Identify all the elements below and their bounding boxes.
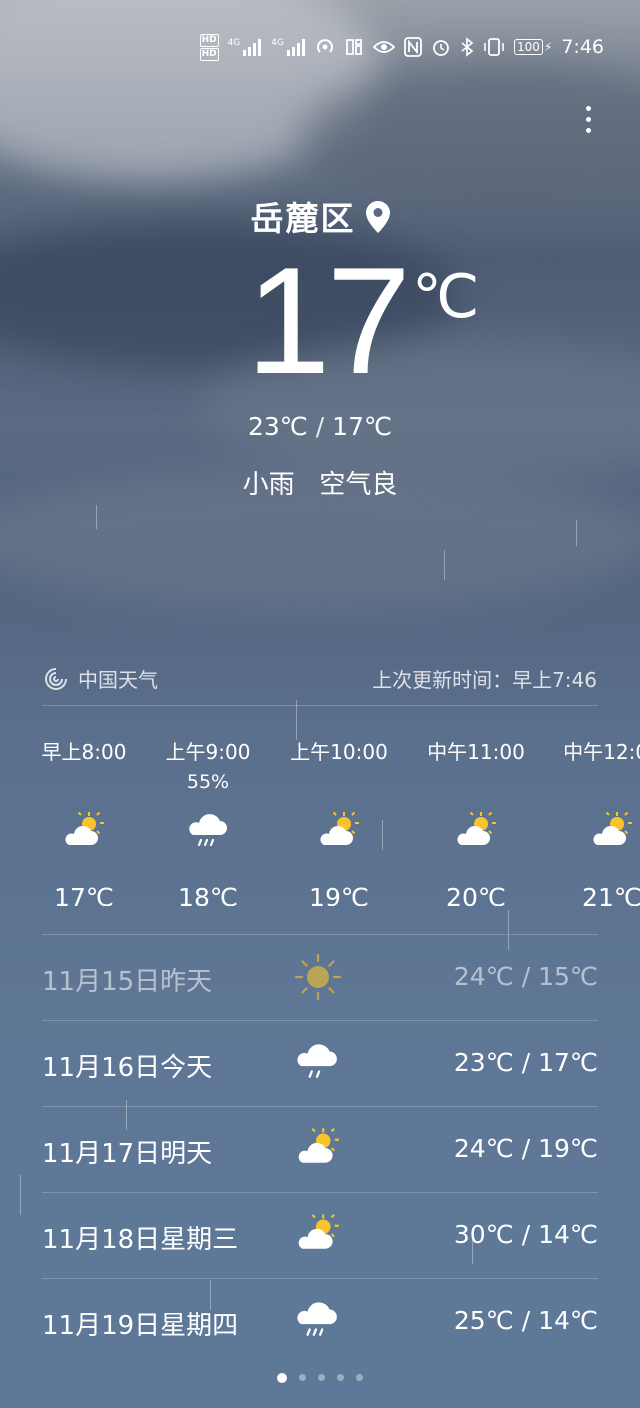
partly-cloudy-icon — [547, 809, 640, 861]
day-row-yesterday[interactable]: 11月15日昨天 24℃ / 15℃ — [42, 934, 598, 1020]
rain-icon — [294, 1297, 340, 1347]
battery-icon: 100 ⚡ — [513, 39, 553, 55]
condition-line: 小雨 空气良 — [0, 464, 640, 501]
provider-link[interactable]: 中国天气 — [44, 664, 158, 693]
hour-temp: 21℃ — [582, 883, 640, 906]
hour-temp: 20℃ — [446, 883, 506, 906]
day-temp-range: 23℃ / 17℃ — [453, 1048, 598, 1077]
battery-level: 100 — [513, 39, 543, 55]
weather-condition: 小雨 — [242, 470, 295, 500]
location-header[interactable]: 岳麓区 — [0, 192, 640, 241]
hour-item: 上午10:00 19℃ — [274, 736, 404, 906]
page-dot — [356, 1374, 363, 1381]
listen-icon — [346, 39, 362, 55]
page-dot — [337, 1374, 344, 1381]
hourly-forecast[interactable]: 早上8:00 17℃ 上午9:00 55% 18℃ 上午10:00 19℃ 中午… — [0, 736, 640, 906]
today-high-low: 23℃ / 17℃ — [0, 412, 640, 441]
hour-temp: 17℃ — [54, 883, 114, 906]
day-row-wednesday[interactable]: 11月18日星期三 30℃ / 14℃ — [42, 1192, 598, 1278]
alarm-icon — [433, 40, 449, 56]
hd-indicators: HD HD — [199, 33, 219, 61]
day-row-tomorrow[interactable]: 11月17日明天 24℃ / 19℃ — [42, 1106, 598, 1192]
hour-precip — [547, 771, 640, 797]
location-pin-icon — [365, 200, 390, 241]
page-dot — [318, 1374, 325, 1381]
today-low: 17℃ — [332, 412, 393, 441]
vibrate-icon — [484, 38, 504, 56]
page-indicator[interactable] — [0, 1373, 640, 1383]
eye-icon — [372, 41, 395, 53]
today-high: 23℃ — [247, 412, 308, 441]
rain-icon — [294, 1039, 340, 1089]
hour-time: 上午10:00 — [290, 740, 388, 764]
partly-cloudy-icon — [294, 1125, 342, 1171]
more-menu-icon[interactable] — [582, 106, 594, 142]
provider-name: 中国天气 — [78, 668, 158, 692]
partly-cloudy-icon — [294, 1211, 342, 1257]
nfc-icon — [404, 37, 422, 57]
day-date: 11月18日星期三 — [42, 1225, 239, 1255]
hour-item: 上午9:00 55% 18℃ — [143, 736, 273, 906]
status-bar: HD HD 4G 4G 100 ⚡ 7:46 — [199, 33, 604, 61]
day-temp-range: 25℃ / 14℃ — [453, 1306, 598, 1335]
hour-precip: 55% — [186, 771, 230, 793]
page-dot-active — [277, 1373, 287, 1383]
signal-icon: 4G — [228, 38, 263, 56]
day-date: 11月19日星期四 — [42, 1311, 239, 1341]
day-row-thursday[interactable]: 11月19日星期四 25℃ / 14℃ — [42, 1278, 598, 1364]
network-label-2: 4G — [271, 38, 284, 48]
hour-time: 上午9:00 — [165, 740, 251, 764]
city-name: 岳麓区 — [250, 199, 356, 238]
hour-item: 中午11:00 20℃ — [411, 736, 541, 906]
status-time: 7:46 — [561, 36, 604, 58]
day-date: 11月17日明天 — [42, 1139, 213, 1169]
hd-label-1: HD — [199, 33, 219, 47]
signal-icon-2: 4G — [271, 38, 306, 56]
hour-precip — [274, 771, 404, 797]
day-date: 11月16日今天 — [42, 1053, 213, 1083]
temperature-unit: ℃ — [412, 263, 480, 330]
rain-icon — [143, 809, 273, 861]
day-date: 11月15日昨天 — [42, 967, 213, 997]
current-temperature: 17 — [246, 236, 411, 406]
page-dot — [299, 1374, 306, 1381]
high-low-separator: / — [315, 412, 325, 441]
wifi-hotspot-icon — [317, 39, 333, 53]
hour-time: 早上8:00 — [41, 740, 127, 764]
bluetooth-icon — [461, 37, 474, 57]
china-weather-logo — [45, 667, 67, 690]
partly-cloudy-icon — [411, 809, 541, 861]
daily-forecast: 11月15日昨天 24℃ / 15℃ 11月16日今天 23℃ / 17℃ 11… — [42, 934, 598, 1364]
charging-icon: ⚡ — [543, 40, 553, 54]
hour-precip — [19, 771, 149, 797]
hour-time: 中午11:00 — [427, 740, 525, 764]
hour-item: 早上8:00 17℃ — [19, 736, 149, 906]
last-updated: 上次更新时间：早上7:46 — [372, 668, 597, 692]
partly-cloudy-icon — [274, 809, 404, 861]
sunny-icon — [294, 953, 342, 1005]
day-temp-range: 24℃ / 15℃ — [453, 962, 598, 991]
hour-precip — [411, 771, 541, 797]
network-label-1: 4G — [227, 38, 241, 48]
day-temp-range: 30℃ / 14℃ — [453, 1220, 598, 1249]
day-temp-range: 24℃ / 19℃ — [453, 1134, 598, 1163]
hour-item: 中午12:00 21℃ — [547, 736, 640, 906]
hd-label-2: HD — [199, 47, 219, 61]
air-quality[interactable]: 空气良 — [319, 470, 397, 500]
hour-temp: 18℃ — [178, 883, 238, 906]
day-row-today[interactable]: 11月16日今天 23℃ / 17℃ — [42, 1020, 598, 1106]
hour-time: 中午12:00 — [563, 740, 640, 764]
divider — [42, 705, 598, 706]
partly-cloudy-icon — [19, 809, 149, 861]
hour-temp: 19℃ — [309, 883, 369, 906]
